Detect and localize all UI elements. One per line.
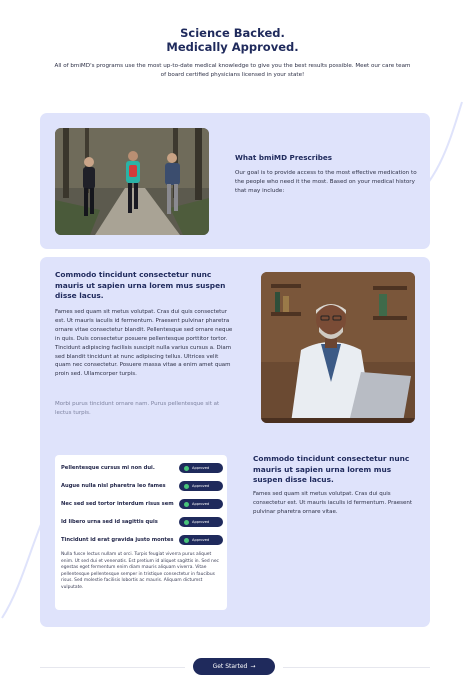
approval-row: Id libero urna sed id sagittis quis Appr…	[61, 516, 223, 528]
approvals-note: Nulla fusce lectus nullam ut orci. Turpi…	[61, 552, 219, 590]
approved-badge-text: Approved	[192, 538, 210, 542]
approval-label: Augue nulla nisl pharetra leo fames	[61, 483, 166, 489]
divider-left	[40, 667, 185, 668]
approved-badge: Approved	[179, 463, 223, 473]
hero-section: Science Backed. Medically Approved. All …	[0, 26, 465, 80]
check-circle-icon	[184, 537, 189, 543]
approved-badge: Approved	[179, 499, 223, 509]
prescribes-card: What bmiMD Prescribes Our goal is to pro…	[40, 113, 430, 249]
hero-title-line-1: Science Backed.	[180, 26, 285, 40]
hero-title-line-2: Medically Approved.	[166, 40, 299, 54]
approved-badge: Approved	[179, 517, 223, 527]
get-started-button[interactable]: Get Started →	[193, 658, 275, 675]
check-circle-icon	[184, 483, 189, 489]
runners-photo	[55, 128, 209, 235]
doctor-section-heading: Commodo tincidunt consectetur nunc mauri…	[55, 270, 226, 300]
doctor-photo	[261, 272, 415, 423]
approval-label: Tincidunt id erat gravida justo montes	[61, 537, 174, 543]
arrow-right-icon: →	[250, 663, 256, 670]
approvals-panel: Pellentesque cursus mi non dui. Approved…	[55, 455, 227, 610]
check-circle-icon	[184, 519, 189, 525]
side-section-paragraph: Fames sed quam sit metus volutpat. Cras …	[253, 491, 412, 515]
doctor-section-muted-text: Morbi purus tincidunt ornare nam. Purus …	[55, 401, 220, 416]
approval-label: Id libero urna sed id sagittis quis	[61, 519, 158, 525]
approved-badge-text: Approved	[192, 520, 210, 524]
approved-badge: Approved	[179, 481, 223, 491]
approval-label: Pellentesque cursus mi non dui.	[61, 465, 155, 471]
approval-label: Nec sed sed tortor interdum risus sem	[61, 501, 174, 507]
side-section-heading: Commodo tincidunt consectetur nunc mauri…	[253, 454, 410, 484]
prescribes-title: What bmiMD Prescribes	[235, 153, 333, 162]
approved-badge: Approved	[179, 535, 223, 545]
care-team-card: Commodo tincidunt consectetur nunc mauri…	[40, 257, 430, 627]
approved-badge-text: Approved	[192, 502, 210, 506]
doctor-section-paragraph: Fames sed quam sit metus volutpat. Cras …	[55, 309, 233, 378]
divider-right	[283, 667, 430, 668]
check-circle-icon	[184, 465, 189, 471]
approval-row: Tincidunt id erat gravida justo montes A…	[61, 534, 223, 546]
hero-title: Science Backed. Medically Approved.	[0, 26, 465, 54]
check-circle-icon	[184, 501, 189, 507]
hero-description: All of bmiMD's programs use the most up-…	[54, 63, 411, 78]
approval-row: Nec sed sed tortor interdum risus sem Ap…	[61, 498, 223, 510]
approved-badge-text: Approved	[192, 466, 210, 470]
approval-row: Augue nulla nisl pharetra leo fames Appr…	[61, 480, 223, 492]
approved-badge-text: Approved	[192, 484, 210, 488]
decorative-curve-left	[1, 521, 43, 619]
approval-row: Pellentesque cursus mi non dui. Approved	[61, 462, 223, 474]
prescribes-text: Our goal is to provide access to the mos…	[235, 170, 417, 194]
get-started-label: Get Started	[212, 663, 248, 670]
